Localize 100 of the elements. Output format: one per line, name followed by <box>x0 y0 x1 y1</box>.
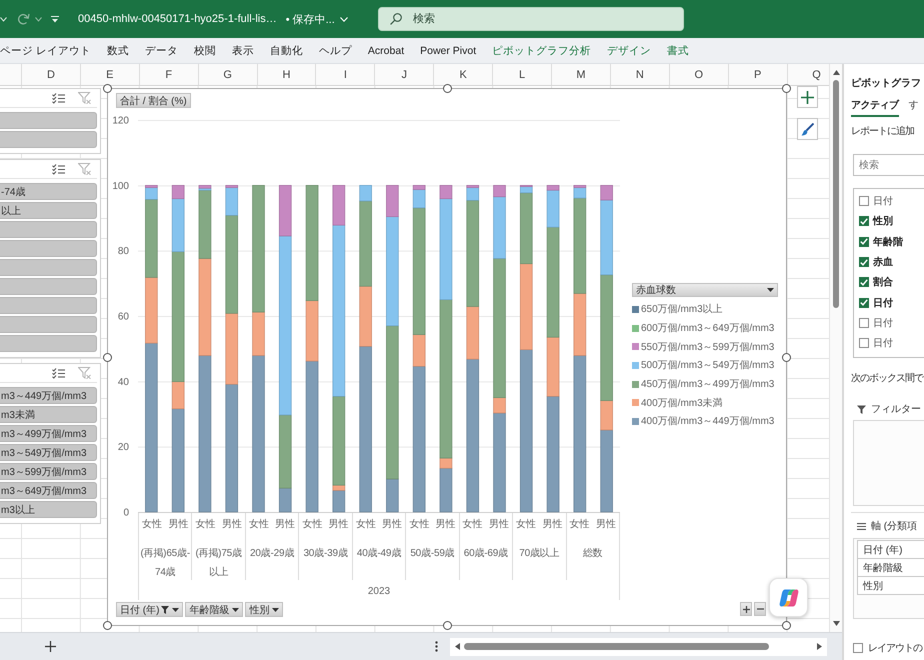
bar-segment[interactable] <box>600 400 613 430</box>
add-sheet-button[interactable] <box>42 638 58 654</box>
pane-tab[interactable]: アクティブ <box>851 98 898 117</box>
defer-update-checkbox[interactable] <box>853 643 863 653</box>
clear-filter-icon[interactable] <box>78 92 91 104</box>
axis-field-item[interactable]: 性別 <box>857 576 924 595</box>
field-name[interactable]: 日付 <box>873 336 893 350</box>
bar-segment[interactable] <box>440 185 452 200</box>
bar-segment[interactable] <box>546 185 560 191</box>
legend-field-button[interactable]: 赤血球数 <box>632 283 778 297</box>
slicer-item[interactable]: m3～449万個/mm3 <box>0 387 97 404</box>
bar-segment[interactable] <box>520 263 533 350</box>
bar-segment[interactable] <box>600 274 613 401</box>
slicer-item[interactable]: m3～599万個/mm3 <box>0 463 97 480</box>
column-header[interactable]: H <box>258 64 316 85</box>
bar-segment[interactable] <box>440 468 452 512</box>
bar-segment[interactable] <box>600 200 613 276</box>
bar-segment[interactable] <box>412 208 426 335</box>
field-checkbox[interactable] <box>859 298 869 308</box>
bar-segment[interactable] <box>359 286 372 347</box>
bar-segment[interactable] <box>493 185 506 198</box>
bar-segment[interactable] <box>172 408 184 512</box>
resize-handle[interactable] <box>782 621 791 630</box>
resize-handle[interactable] <box>443 84 452 93</box>
bar-segment[interactable] <box>386 185 399 217</box>
field-search-field[interactable]: 検索 <box>853 154 924 176</box>
ribbon-tab[interactable]: Acrobat <box>368 44 404 56</box>
bar-segment[interactable] <box>198 190 212 259</box>
column-header[interactable]: N <box>610 64 670 85</box>
bar-segment[interactable] <box>225 187 238 216</box>
slicer-item[interactable]: m3～649万個/mm3 <box>0 482 97 499</box>
bar-segment[interactable] <box>493 196 506 259</box>
bar-segment[interactable] <box>466 187 480 201</box>
field-name[interactable]: 日付 <box>873 316 893 330</box>
bar-segment[interactable] <box>278 185 292 236</box>
field-checkbox[interactable] <box>859 318 869 328</box>
value-field-button[interactable]: 合計 / 割合 (%) <box>116 93 191 108</box>
ribbon-tab[interactable]: 自動化 <box>270 44 303 58</box>
ribbon-tab[interactable]: 表示 <box>232 44 254 58</box>
slicer-item[interactable]: m3～499万個/mm3 <box>0 425 97 442</box>
field-checkbox[interactable] <box>859 277 869 288</box>
bar-segment[interactable] <box>278 488 292 512</box>
bar-segment[interactable] <box>225 313 238 385</box>
ribbon-tab[interactable]: 数式 <box>106 44 129 58</box>
bar-segment[interactable] <box>306 300 318 362</box>
scroll-up-button[interactable] <box>832 70 840 75</box>
collapse-fields-button[interactable] <box>754 602 766 616</box>
bar-segment[interactable] <box>359 200 372 287</box>
bar-segment[interactable] <box>306 185 318 301</box>
search-field[interactable]: 検索 <box>378 7 684 31</box>
bar-segment[interactable] <box>546 396 560 512</box>
bar-segment[interactable] <box>145 277 158 344</box>
field-name[interactable]: 赤血 <box>873 255 893 270</box>
multi-select-icon[interactable] <box>52 92 65 104</box>
clear-filter-icon[interactable] <box>78 163 91 175</box>
filter-drop-area[interactable] <box>853 420 924 506</box>
slicer-item[interactable]: -74歳 <box>0 183 97 200</box>
ribbon-tab[interactable]: 校閲 <box>194 44 216 58</box>
vertical-ellipsis-icon[interactable] <box>435 641 438 652</box>
column-header[interactable]: L <box>493 64 552 85</box>
chart-styles-button[interactable] <box>797 118 818 140</box>
resize-handle[interactable] <box>443 621 452 630</box>
caret-icon[interactable] <box>51 16 59 22</box>
resize-handle[interactable] <box>103 84 112 93</box>
resize-handle[interactable] <box>103 353 112 362</box>
resize-handle[interactable] <box>782 353 791 362</box>
bar-segment[interactable] <box>574 185 586 188</box>
bar-segment[interactable] <box>145 342 158 512</box>
bar-segment[interactable] <box>172 251 184 382</box>
column-header[interactable]: J <box>375 64 434 85</box>
slicer-item[interactable]: m3～549万個/mm3 <box>0 444 97 461</box>
bar-segment[interactable] <box>278 414 292 488</box>
scroll-left-button[interactable] <box>455 643 460 650</box>
chart-elements-button[interactable] <box>797 86 818 108</box>
bar-segment[interactable] <box>145 187 158 200</box>
resize-handle[interactable] <box>782 84 791 93</box>
column-header[interactable]: G <box>198 64 258 85</box>
ribbon-tab[interactable]: データ <box>144 44 178 58</box>
ribbon-tab[interactable]: デザイン <box>607 44 652 58</box>
bar-segment[interactable] <box>332 396 346 486</box>
bar-segment[interactable] <box>359 185 372 202</box>
bar-segment[interactable] <box>172 381 184 410</box>
bar-segment[interactable] <box>332 185 346 226</box>
ribbon-tab[interactable]: Power Pivot <box>420 44 476 56</box>
field-name[interactable]: 割合 <box>873 275 893 290</box>
field-name[interactable]: 性別 <box>873 214 893 228</box>
bar-segment[interactable] <box>359 346 372 512</box>
scroll-down-button[interactable] <box>832 621 840 626</box>
bar-segment[interactable] <box>306 360 318 512</box>
column-header[interactable]: D <box>22 64 81 85</box>
expand-fields-button[interactable] <box>740 602 752 616</box>
bar-segment[interactable] <box>198 185 212 189</box>
field-checkbox[interactable] <box>859 338 869 348</box>
bar-segment[interactable] <box>386 478 399 512</box>
axis-drop-area[interactable]: 日付 (年) 年齢階級 性別 <box>853 538 924 619</box>
pane-tab[interactable]: す <box>908 98 918 117</box>
bar-segment[interactable] <box>546 226 560 338</box>
bar-segment[interactable] <box>574 187 586 198</box>
axis-field-button[interactable]: 年齢階級 <box>185 602 244 617</box>
slicer-item[interactable]: 以上 <box>0 202 97 219</box>
